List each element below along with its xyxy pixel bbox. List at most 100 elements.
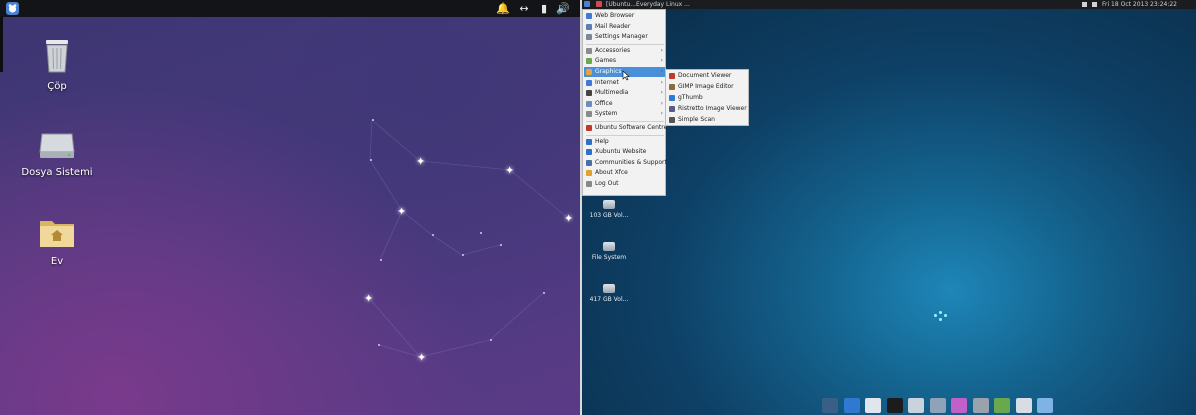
menu-item-settings-manager[interactable]: Settings Manager [584,32,665,42]
volume-drive-icon[interactable]: 103 GB Vol... [589,200,629,219]
menu-item-office[interactable]: Office › [584,99,665,109]
menu-item-label: Help [595,137,609,145]
menu-item-label: Internet [595,78,619,86]
terminal-icon[interactable] [886,398,903,413]
mail-client-icon[interactable] [865,398,881,413]
globe-icon [586,13,592,19]
menu-item-games[interactable]: Games › [584,56,665,66]
menu-item-ubuntu-software-centre[interactable]: Ubuntu Software Centre [584,123,667,133]
filesystem-drive-icon[interactable]: File System [589,242,629,261]
top-panel: [Ubuntu...Everyday Linux ... Fri 18 Oct … [582,0,1196,9]
file-manager-icon[interactable] [908,398,924,413]
star [432,234,434,236]
submenu-item-ristretto-image-viewer[interactable]: Ristretto Image Viewer [667,104,748,114]
folder-icon[interactable] [1037,398,1053,413]
sparkle [939,311,942,314]
star [372,119,374,121]
bright-star: ✦ [417,351,427,364]
chevron-right-icon: › [660,46,663,54]
menu-item-label: Multimedia [595,89,629,97]
menu-item-label: Office [595,99,613,107]
folder-icon [40,221,74,247]
menu-item-communities-support[interactable]: Communities & Support [584,158,667,168]
trash-label: Çöp [47,81,67,92]
window-title[interactable]: [Ubuntu...Everyday Linux ... [606,0,690,9]
media-player-icon[interactable] [994,398,1010,413]
website-icon [586,149,592,156]
menu-item-multimedia[interactable]: Multimedia › [584,88,665,98]
menu-item-xubuntu-website[interactable]: Xubuntu Website [584,147,665,157]
gthumb-icon [669,95,675,101]
trash-can-icon [46,40,68,73]
home-folder-icon[interactable]: Ev [12,217,102,267]
submenu-item-label: Document Viewer [678,72,732,79]
menu-separator [586,43,664,45]
network-icon[interactable] [1082,2,1087,7]
bright-star: ✦ [564,212,574,225]
menu-item-mail-reader[interactable]: Mail Reader [584,22,665,32]
drive-icon[interactable]: Dosya Sistemi [12,130,102,178]
mail-icon [586,23,592,30]
star [462,254,464,256]
sparkle [944,314,947,317]
menu-item-about-xfce[interactable]: About Xfce [584,168,665,178]
right-desktop: [Ubuntu...Everyday Linux ... Fri 18 Oct … [582,0,1196,415]
chevron-right-icon: › [660,78,663,86]
submenu-item-label: gThumb [678,94,703,101]
submenu-item-label: Simple Scan [678,116,715,123]
community-icon [586,159,592,166]
left-desktop: ✦ ✦ ✦ ✦ ✦ ✦ 🔔 ↔ ▮ 🔊 Çöp Dosya Sistemi Ev [0,0,580,415]
volume-icon[interactable]: 🔊 [556,1,570,16]
trash-icon[interactable]: Çöp [12,38,102,92]
download-icon[interactable] [951,398,967,413]
show-desktop-icon[interactable] [822,398,838,413]
image-viewer-icon[interactable] [1015,398,1032,413]
filesystem-label: Dosya Sistemi [21,167,93,178]
text-editor-icon[interactable] [972,398,989,413]
internet-icon [586,79,592,86]
window-icon [596,1,602,7]
home-label: Ev [50,256,64,267]
xubuntu-menu-icon[interactable] [584,1,590,7]
submenu-item-simple-scan[interactable]: Simple Scan [667,115,748,125]
search-icon[interactable] [929,398,946,413]
bell-icon[interactable]: 🔔 [496,1,510,16]
xubuntu-menu-icon[interactable] [6,2,19,15]
menu-item-label: Accessories [595,46,631,54]
menu-item-help[interactable]: Help [584,137,665,147]
dock [822,395,1060,415]
accessories-icon [586,47,592,54]
menu-item-label: Communities & Support [595,158,667,166]
volume-drive-icon[interactable]: 417 GB Vol... [589,284,629,303]
menu-item-system[interactable]: System › [584,109,665,119]
document-viewer-icon [669,73,675,79]
menu-item-label: Xubuntu Website [595,148,647,156]
submenu-item-label: Ristretto Image Viewer [678,105,747,112]
drive-glyph [603,242,615,251]
web-browser-icon[interactable] [843,398,860,413]
bright-star: ✦ [416,155,426,168]
bright-star: ✦ [364,292,374,305]
star [380,259,382,261]
submenu-item-gimp-image-editor[interactable]: GIMP Image Editor [667,82,748,92]
sparkle [934,314,937,317]
battery-icon[interactable]: ▮ [538,1,550,16]
menu-item-log-out[interactable]: Log Out [584,179,665,189]
menu-item-label: Games [595,57,616,65]
battery-icon[interactable] [1092,2,1097,7]
filesystem-label: File System [591,254,627,261]
menu-item-accessories[interactable]: Accessories › [584,46,665,56]
multimedia-icon [586,90,592,97]
menu-item-web-browser[interactable]: Web Browser [584,11,665,21]
graphics-icon [586,69,592,75]
clock[interactable]: Fri 18 Oct 2013 23:24:22 [1102,0,1177,9]
gimp-icon [669,84,675,90]
software-centre-icon [586,125,592,131]
menu-item-label: Web Browser [595,12,635,19]
submenu-item-gthumb[interactable]: gThumb [667,93,748,103]
help-icon [586,138,592,145]
network-icon[interactable]: ↔ [515,1,533,16]
submenu-item-document-viewer[interactable]: Document Viewer [667,71,748,81]
menu-item-label: Log Out [595,180,619,187]
star [490,339,492,341]
